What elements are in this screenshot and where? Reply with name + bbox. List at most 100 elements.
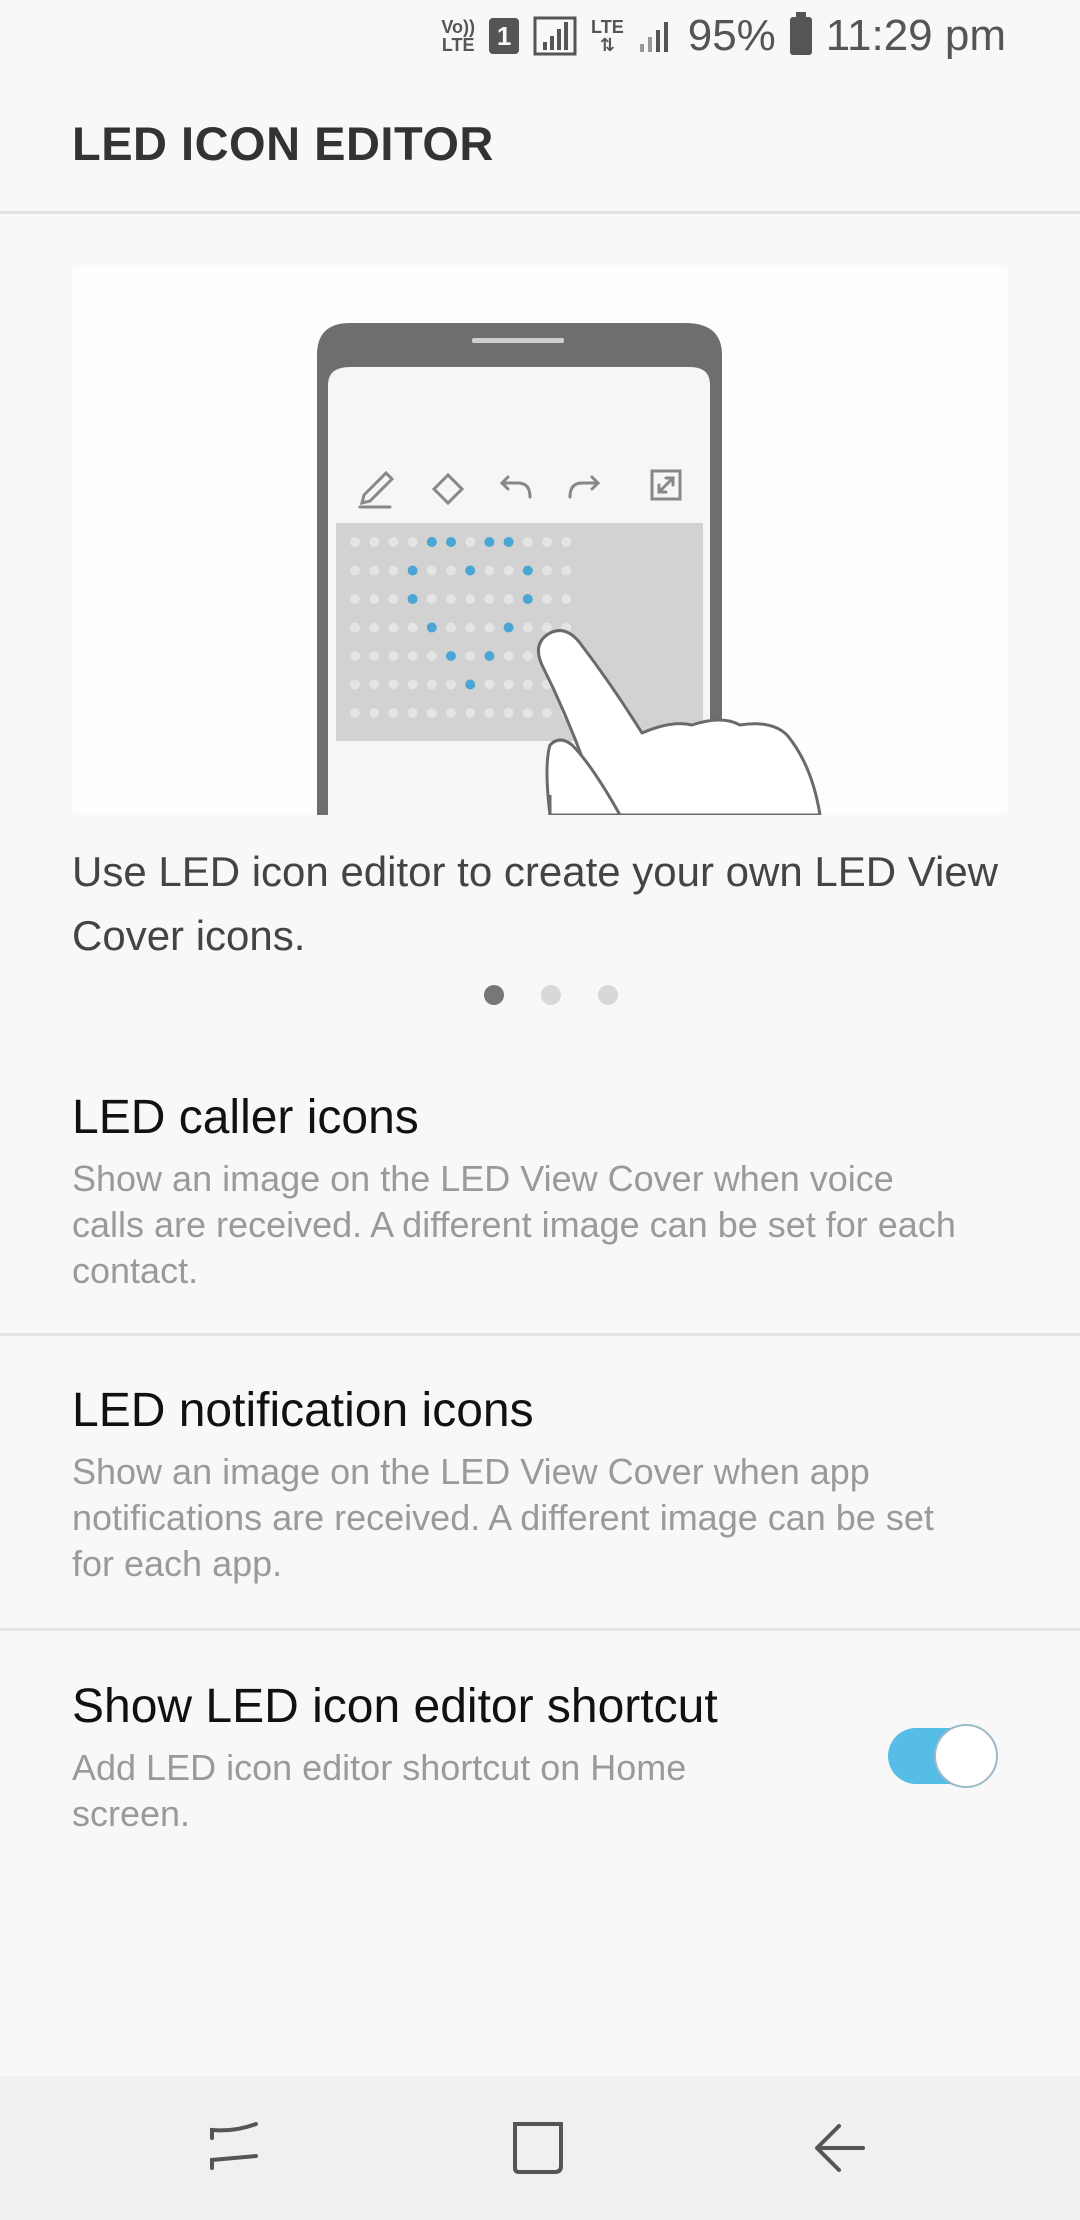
led-dot-off [542,537,552,547]
led-dot-off [542,594,552,604]
lte-indicator: LTE ⇅ [591,17,624,55]
intro-description: Use LED icon editor to create your own L… [72,848,999,959]
led-dot-off [369,594,380,604]
led-dot-off [407,537,418,547]
setting-subtitle: Show an image on the LED View Cover when… [72,1451,934,1584]
page-dot-3[interactable] [598,985,618,1005]
back-icon[interactable] [805,2116,875,2180]
page-dot-1[interactable] [484,985,504,1005]
led-dot-off [465,537,476,547]
led-dot-off [388,537,399,547]
led-dot-off [542,622,552,633]
led-editor-illustration [72,265,1008,815]
setting-led-caller-icons[interactable]: LED caller icons Show an image on the LE… [0,1060,1080,1335]
led-dot-off [503,679,514,690]
setting-subtitle: Show an image on the LED View Cover when… [72,1158,956,1291]
led-dot-off [446,708,456,718]
led-dot-off [388,594,399,604]
led-dot-on [446,537,456,547]
led-dot-on [407,594,418,604]
led-dot-off [522,537,533,547]
led-dot-on [407,565,418,576]
led-dot-off [465,594,476,604]
led-dot-off [446,565,456,576]
led-dot-off [369,651,380,661]
page-dot-2[interactable] [541,985,561,1005]
led-dot-off [484,622,495,633]
page-title: LED ICON EDITOR [72,117,494,170]
led-dot-off [522,679,533,690]
led-dot-on [484,651,495,661]
led-dot-off [561,537,572,547]
led-dot-on [426,622,437,633]
led-dot-off [561,565,572,576]
sim-badge: 1 [489,18,520,54]
led-dot-off [426,565,437,576]
led-dot-off [522,622,533,633]
led-dot-on [446,651,456,661]
led-dot-off [426,594,437,604]
editor-shortcut-toggle[interactable] [888,1724,1000,1788]
led-dot-off [503,594,514,604]
led-dot-off [542,565,552,576]
recent-apps-icon[interactable] [200,2116,270,2180]
led-dot-on [465,565,476,576]
led-dot-off [426,651,437,661]
led-dot-off [446,679,456,690]
led-dot-off [388,708,399,718]
led-dot-off [503,708,514,718]
volte-indicator: Vo)) LTE [441,17,476,55]
app-header: LED ICON EDITOR [0,72,1080,214]
led-dot-off [388,679,399,690]
led-dot-off [542,708,552,718]
led-dot-on [503,537,514,547]
setting-led-notification-icons[interactable]: LED notification icons Show an image on … [0,1336,1080,1629]
led-dot-off [503,651,514,661]
led-dot-on [484,537,495,547]
led-dot-off [407,708,418,718]
led-dot-off [446,622,456,633]
led-dot-off [369,708,380,718]
led-dot-off [369,679,380,690]
led-dot-on [465,679,476,690]
led-dot-on [426,537,437,547]
led-dot-off [465,651,476,661]
battery-percent: 95% [687,11,776,60]
led-dot-off [407,622,418,633]
led-dot-off [388,651,399,661]
led-dot-off [465,708,476,718]
phone-illustration-image [317,323,822,815]
led-dot-off [369,537,380,547]
led-dot-off [426,679,437,690]
led-dot-off [369,622,380,633]
led-dot-on [522,565,533,576]
led-dot-off [350,679,360,690]
setting-title: Show LED icon editor shortcut [72,1680,718,1733]
led-dot-off [388,622,399,633]
signal-strength-icon [533,16,577,56]
led-dot-off [407,651,418,661]
led-dot-off [388,565,399,576]
led-dot-off [350,537,360,547]
setting-title: LED caller icons [72,1091,419,1144]
led-dot-off [350,651,360,661]
toggle-knob [934,1724,998,1788]
signal-strength-icon-secondary [639,22,668,52]
led-dot-off [484,708,495,718]
led-dot-off [522,651,533,661]
page-indicator [0,985,1080,1015]
led-dot-off [484,565,495,576]
led-dot-off [484,679,495,690]
clock: 11:29 pm [825,11,1006,60]
home-icon[interactable] [505,2116,575,2180]
led-dot-on [503,622,514,633]
led-dot-off [465,622,476,633]
led-dot-off [522,708,533,718]
led-dot-off [446,594,456,604]
setting-title: LED notification icons [72,1384,534,1437]
led-dot-off [426,708,437,718]
battery-icon [789,12,812,55]
led-dot-off [350,565,360,576]
led-dot-on [522,594,533,604]
led-dot-off [503,565,514,576]
